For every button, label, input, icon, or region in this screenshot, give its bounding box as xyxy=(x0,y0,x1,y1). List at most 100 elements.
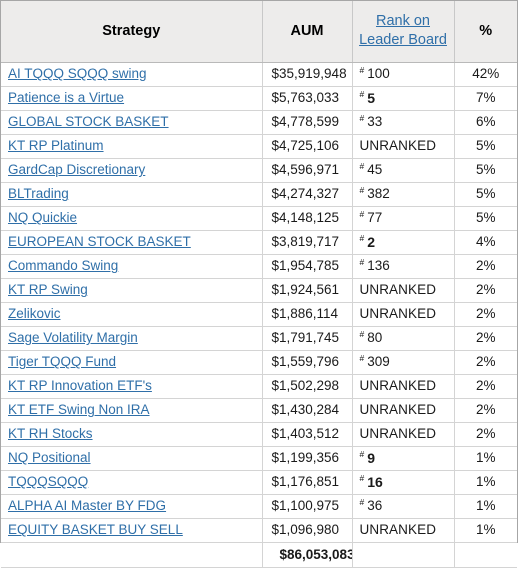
cell-strategy: KT RP Innovation ETF's xyxy=(1,374,263,399)
cell-aum: $1,559,796 xyxy=(262,350,353,375)
strategy-link[interactable]: GardCap Discretionary xyxy=(8,162,145,177)
rank-value: 136 xyxy=(367,258,390,274)
table-row: ALPHA AI Master BY FDG $1,100,975 #36 1% xyxy=(1,494,517,519)
cell-rank: #16 xyxy=(352,470,455,495)
strategy-link[interactable]: Tiger TQQQ Fund xyxy=(8,354,116,369)
cell-aum: $1,886,114 xyxy=(262,302,353,327)
cell-rank: #309 xyxy=(352,350,455,375)
table-header: Strategy AUM Rank on Leader Board % xyxy=(1,1,517,63)
table-row: TQQQSQQQ $1,176,851 #16 1% xyxy=(1,470,517,495)
cell-rank: #36 xyxy=(352,494,455,519)
cell-strategy: Tiger TQQQ Fund xyxy=(1,350,263,375)
cell-percent: 1% xyxy=(454,494,517,519)
table-body: AI TQQQ SQQQ swing $35,919,948 #100 42% Pati… xyxy=(1,62,517,568)
cell-total-percent xyxy=(454,542,517,568)
hash-icon: # xyxy=(359,112,365,123)
rank-unranked-value: UNRANKED xyxy=(359,282,437,298)
cell-strategy: EQUITY BASKET BUY SELL xyxy=(1,518,263,543)
cell-aum: $1,430,284 xyxy=(262,398,353,423)
strategy-link[interactable]: KT ETF Swing Non IRA xyxy=(8,402,150,417)
hash-icon: # xyxy=(359,233,365,244)
rank-value: 77 xyxy=(367,210,383,226)
column-header-rank[interactable]: Rank on Leader Board xyxy=(352,1,455,63)
table-row: Zelikovic $1,886,114 UNRANKED 2% xyxy=(1,302,517,327)
strategy-link[interactable]: KT RP Swing xyxy=(8,282,88,297)
table-row: EUROPEAN STOCK BASKET $3,819,717 #2 4% xyxy=(1,230,517,255)
column-header-percent[interactable]: % xyxy=(454,1,517,63)
cell-percent: 2% xyxy=(454,278,517,303)
rank-unranked-value: UNRANKED xyxy=(359,522,437,538)
cell-percent: 5% xyxy=(454,134,517,159)
column-header-strategy[interactable]: Strategy xyxy=(1,1,263,63)
table-row: Tiger TQQQ Fund $1,559,796 #309 2% xyxy=(1,350,517,375)
table-row: GardCap Discretionary $4,596,971 #45 5% xyxy=(1,158,517,183)
cell-rank: UNRANKED xyxy=(352,374,455,399)
strategy-link[interactable]: Patience is a Virtue xyxy=(8,90,124,105)
rank-unranked-value: UNRANKED xyxy=(359,138,437,154)
rank-unranked-value: UNRANKED xyxy=(359,306,437,322)
hash-icon: # xyxy=(359,89,365,100)
cell-rank: #9 xyxy=(352,446,455,471)
strategy-link[interactable]: KT RH Stocks xyxy=(8,426,93,441)
cell-strategy: Commando Swing xyxy=(1,254,263,279)
cell-total-aum: $86,053,083 xyxy=(262,542,353,568)
strategy-link[interactable]: Commando Swing xyxy=(8,258,118,273)
strategy-link[interactable]: Sage Volatility Margin xyxy=(8,330,138,345)
table-total-row: $86,053,083 xyxy=(1,542,517,568)
strategy-link[interactable]: Zelikovic xyxy=(8,306,61,321)
hash-icon: # xyxy=(359,208,365,219)
cell-aum: $3,819,717 xyxy=(262,230,353,255)
rank-value: 2 xyxy=(367,233,376,250)
cell-aum: $4,778,599 xyxy=(262,110,353,135)
strategy-link[interactable]: KT RP Platinum xyxy=(8,138,104,153)
cell-percent: 1% xyxy=(454,470,517,495)
aum-table-frame: Strategy AUM Rank on Leader Board % AI T… xyxy=(0,0,518,568)
cell-aum: $1,502,298 xyxy=(262,374,353,399)
table-row: GLOBAL STOCK BASKET $4,778,599 #33 6% xyxy=(1,110,517,135)
cell-percent: 2% xyxy=(454,374,517,399)
rank-value: 382 xyxy=(367,186,390,202)
strategy-link[interactable]: AI TQQQ SQQQ swing xyxy=(8,66,147,81)
strategy-link[interactable]: EQUITY BASKET BUY SELL xyxy=(8,522,183,537)
strategy-link[interactable]: KT RP Innovation ETF's xyxy=(8,378,152,393)
cell-rank: #77 xyxy=(352,206,455,231)
rank-value: 100 xyxy=(367,66,390,82)
cell-aum: $4,148,125 xyxy=(262,206,353,231)
cell-total-rank xyxy=(352,542,455,568)
strategy-link[interactable]: ALPHA AI Master BY FDG xyxy=(8,498,166,513)
hash-icon: # xyxy=(359,328,365,339)
cell-rank: #80 xyxy=(352,326,455,351)
column-header-percent-label: % xyxy=(479,22,493,39)
cell-aum: $1,176,851 xyxy=(262,470,353,495)
cell-strategy: Sage Volatility Margin xyxy=(1,326,263,351)
table-row: KT RP Innovation ETF's $1,502,298 UNRANKED… xyxy=(1,374,517,399)
cell-percent: 42% xyxy=(454,62,517,87)
cell-rank: #33 xyxy=(352,110,455,135)
rank-unranked-value: UNRANKED xyxy=(359,402,437,418)
strategy-link[interactable]: TQQQSQQQ xyxy=(8,474,88,489)
cell-strategy: GLOBAL STOCK BASKET xyxy=(1,110,263,135)
table-row: NQ Positional $1,199,356 #9 1% xyxy=(1,446,517,471)
cell-percent: 2% xyxy=(454,422,517,447)
hash-icon: # xyxy=(359,160,365,171)
hash-icon: # xyxy=(359,449,365,460)
table-header-row: Strategy AUM Rank on Leader Board % xyxy=(1,1,517,63)
table-row: KT RH Stocks $1,403,512 UNRANKED 2% xyxy=(1,422,517,447)
column-header-aum[interactable]: AUM xyxy=(262,1,353,63)
strategy-link[interactable]: GLOBAL STOCK BASKET xyxy=(8,114,169,129)
cell-aum: $1,403,512 xyxy=(262,422,353,447)
cell-aum: $4,596,971 xyxy=(262,158,353,183)
cell-aum: $5,763,033 xyxy=(262,86,353,111)
table-row: NQ Quickie $4,148,125 #77 5% xyxy=(1,206,517,231)
hash-icon: # xyxy=(359,184,365,195)
strategy-link[interactable]: BLTrading xyxy=(8,186,69,201)
strategy-link[interactable]: NQ Positional xyxy=(8,450,91,465)
column-header-rank-link[interactable]: Rank on Leader Board xyxy=(359,12,448,51)
strategy-link[interactable]: NQ Quickie xyxy=(8,210,77,225)
cell-aum: $4,725,106 xyxy=(262,134,353,159)
table-row: BLTrading $4,274,327 #382 5% xyxy=(1,182,517,207)
table-row: KT ETF Swing Non IRA $1,430,284 UNRANKED 2% xyxy=(1,398,517,423)
strategy-link[interactable]: EUROPEAN STOCK BASKET xyxy=(8,234,191,249)
hash-icon: # xyxy=(359,256,365,267)
table-row: Patience is a Virtue $5,763,033 #5 7% xyxy=(1,86,517,111)
